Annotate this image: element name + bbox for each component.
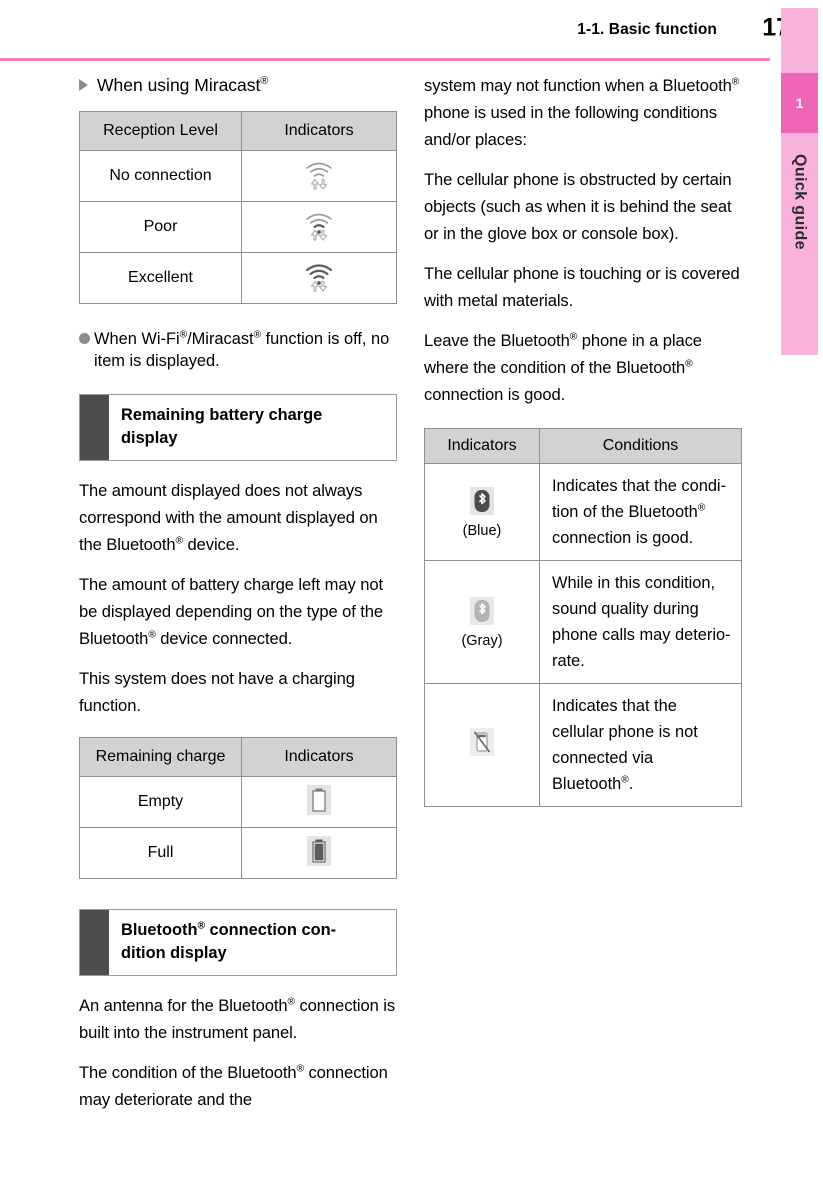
indicator-cell [241,252,397,304]
registered-mark: ® [731,76,740,88]
column-header-conditions: Conditions [539,428,742,464]
charge-level-empty: Empty [79,776,242,828]
header-section-title: 1-1. Basic function [577,21,717,38]
battery-heading-line2: display [121,429,178,447]
reception-level-poor: Poor [79,201,242,253]
bluetooth-heading-line1: Bluetooth® connection con- [121,920,337,939]
table-header-row: Indicators Conditions [424,428,742,464]
column-header-reception-level: Reception Level [79,111,242,151]
right-column: system may not function when a Bluetooth… [424,72,742,813]
reception-level-excellent: Excellent [79,252,242,304]
wifi-level-1-icon [302,208,336,247]
table-row: (Blue) Indicates that the condi-tion of … [424,463,742,561]
table-row: Empty [79,776,397,828]
registered-mark: ® [253,329,262,341]
table-header-row: Remaining charge Indicators [79,737,397,777]
indicator-cell [424,683,540,807]
registered-mark: ® [296,1063,304,1075]
battery-empty-icon [306,784,332,821]
miracast-reception-table: Reception Level Indicators No connection [79,111,397,304]
triangle-bullet-icon [79,79,88,91]
right-paragraph-4: Leave the Bluetooth® phone in a place wh… [424,331,702,404]
table-row: Excellent [79,252,397,304]
right-paragraph-3: The cellular phone is touching or is cov… [424,264,740,310]
wifi-level-2-icon [302,259,336,298]
indicator-cell [241,150,397,202]
section-accent-bar [80,910,109,975]
bluetooth-conditions-table: Indicators Conditions (Blue) Indicates t… [424,428,742,807]
right-paragraph-1: system may not function when a Bluetooth… [424,76,740,149]
chapter-title-text: Quick guide [791,154,809,250]
bluetooth-paragraph-1: An antenna for the Bluetooth® connection… [79,996,396,1042]
indicator-cell: (Blue) [424,463,540,561]
battery-heading-line1: Remaining battery charge [121,406,323,424]
registered-mark: ® [179,329,188,341]
table-row: (Gray) While in this condition, sound qu… [424,560,742,684]
indicator-cell [241,776,397,828]
registered-mark: ® [148,629,156,641]
remaining-charge-table: Remaining charge Indicators Empty Full [79,737,397,879]
battery-paragraph-2: The amount of battery charge left may no… [79,575,384,648]
condition-text-deteriorate: While in this condition, sound quality d… [539,560,742,684]
column-header-indicators: Indicators [241,737,397,777]
column-header-indicators: Indicators [424,428,540,464]
indicator-color-label: (Gray) [461,632,503,649]
section-accent-bar [80,395,109,460]
bluetooth-paragraph-2: The condition of the Bluetooth® connecti… [79,1063,388,1109]
column-header-indicators: Indicators [241,111,397,151]
miracast-heading-text: When using Miracast [97,75,261,95]
registered-mark: ® [197,920,205,932]
registered-mark: ® [697,502,706,514]
wifi-note-part1: When Wi-Fi [94,330,180,348]
table-row: Full [79,827,397,879]
section-heading-bluetooth: Bluetooth® connection con- dition displa… [79,909,397,976]
table-row: Poor [79,201,397,253]
registered-mark: ® [569,331,578,343]
reception-level-no-connection: No connection [79,150,242,202]
indicator-color-label: (Blue) [462,522,502,539]
battery-paragraph-1: The amount displayed does not always cor… [79,481,378,554]
battery-full-icon [306,835,332,872]
column-header-remaining-charge: Remaining charge [79,737,242,777]
miracast-heading: When using Miracast® [79,72,397,98]
table-header-row: Reception Level Indicators [79,111,397,151]
chapter-number-label: 1 [795,95,804,111]
wifi-off-note: When Wi-Fi®/Miracast® function is off, n… [79,328,397,372]
wifi-level-0-icon [302,157,336,196]
right-paragraph-2: The cellular phone is obstructed by cert… [424,170,732,243]
indicator-cell [241,827,397,879]
table-row: Indicates that the cellular phone is not… [424,683,742,807]
condition-text-not-connected: Indicates that the cellular phone is not… [539,683,742,807]
table-row: No connection [79,150,397,202]
registered-mark: ® [260,75,269,88]
charge-level-full: Full [79,827,242,879]
chapter-number-badge: 1 [781,73,818,133]
wifi-note-part2: /Miracast [187,330,254,348]
registered-mark: ® [175,535,184,547]
bluetooth-gray-icon [469,596,495,631]
page-header: 1-1. Basic function 17 [0,0,823,62]
round-bullet-icon [79,333,90,344]
battery-paragraph-3: This system does not have a charging fun… [79,669,355,715]
bluetooth-blue-icon [469,486,495,521]
phone-disconnected-icon [469,727,495,762]
bluetooth-heading-line2: dition display [121,944,227,962]
indicator-cell: (Gray) [424,560,540,684]
registered-mark: ® [621,774,629,786]
left-column: When using Miracast® Reception Level Ind… [79,72,397,1126]
registered-mark: ® [287,996,295,1008]
header-divider [0,58,770,61]
chapter-title-vertical: Quick guide [781,150,818,350]
section-heading-battery: Remaining battery charge display [79,394,397,461]
indicator-cell [241,201,397,253]
condition-text-good: Indicates that the condi-tion of the Blu… [539,463,742,561]
registered-mark: ® [685,358,693,370]
